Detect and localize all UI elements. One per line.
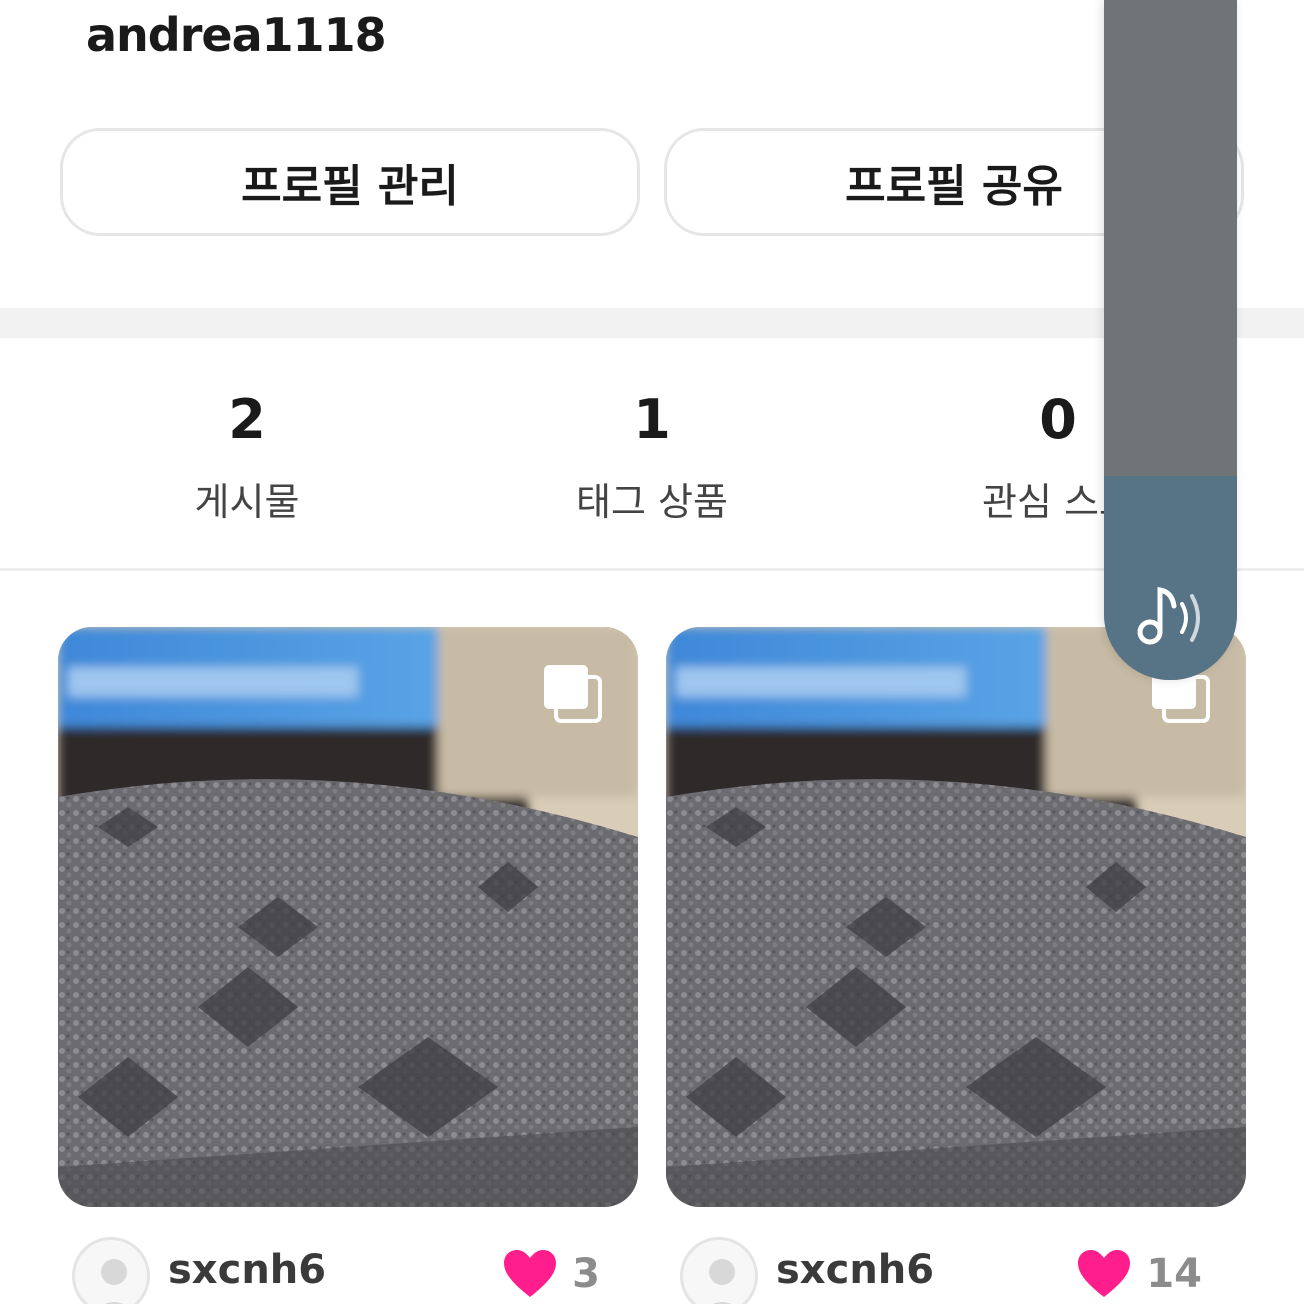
stat-tagged-products-value: 1	[633, 388, 671, 451]
avatar[interactable]	[680, 1237, 758, 1304]
like-button[interactable]: 14	[1076, 1249, 1202, 1299]
post-author[interactable]: sxcnh6	[776, 1247, 934, 1293]
stat-tagged-products-label: 태그 상품	[576, 480, 728, 524]
heart-icon	[1078, 1250, 1131, 1297]
post-thumbnail[interactable]	[58, 627, 638, 1207]
profile-actions: 프로필 관리 프로필 공유	[60, 128, 1246, 236]
media-volume-slider[interactable]	[1104, 0, 1237, 680]
post-author[interactable]: sxcnh6	[168, 1247, 326, 1293]
manage-profile-button[interactable]: 프로필 관리	[60, 128, 640, 236]
heart-icon	[504, 1250, 557, 1297]
like-count: 3	[572, 1251, 600, 1297]
avatar[interactable]	[72, 1237, 150, 1304]
like-count: 14	[1146, 1251, 1202, 1297]
stat-posts-value: 2	[228, 388, 266, 451]
post-card[interactable]: sxcnh6 3	[58, 627, 638, 1304]
post-footer: sxcnh6 3	[58, 1231, 638, 1304]
stat-posts-label: 게시물	[194, 480, 300, 524]
like-button[interactable]: 3	[502, 1249, 600, 1299]
stat-tagged-products[interactable]: 1 태그 상품	[452, 338, 852, 526]
default-avatar-icon	[101, 1259, 127, 1304]
post-thumbnail[interactable]	[666, 627, 1246, 1207]
post-card[interactable]: sxcnh6 14	[666, 627, 1246, 1304]
default-avatar-icon	[709, 1259, 735, 1304]
music-volume-icon[interactable]	[1132, 580, 1212, 650]
profile-username: andrea1118	[86, 8, 387, 62]
stat-posts[interactable]: 2 게시물	[47, 338, 447, 526]
post-footer: sxcnh6 14	[666, 1231, 1246, 1304]
multiple-photos-icon	[544, 665, 602, 723]
